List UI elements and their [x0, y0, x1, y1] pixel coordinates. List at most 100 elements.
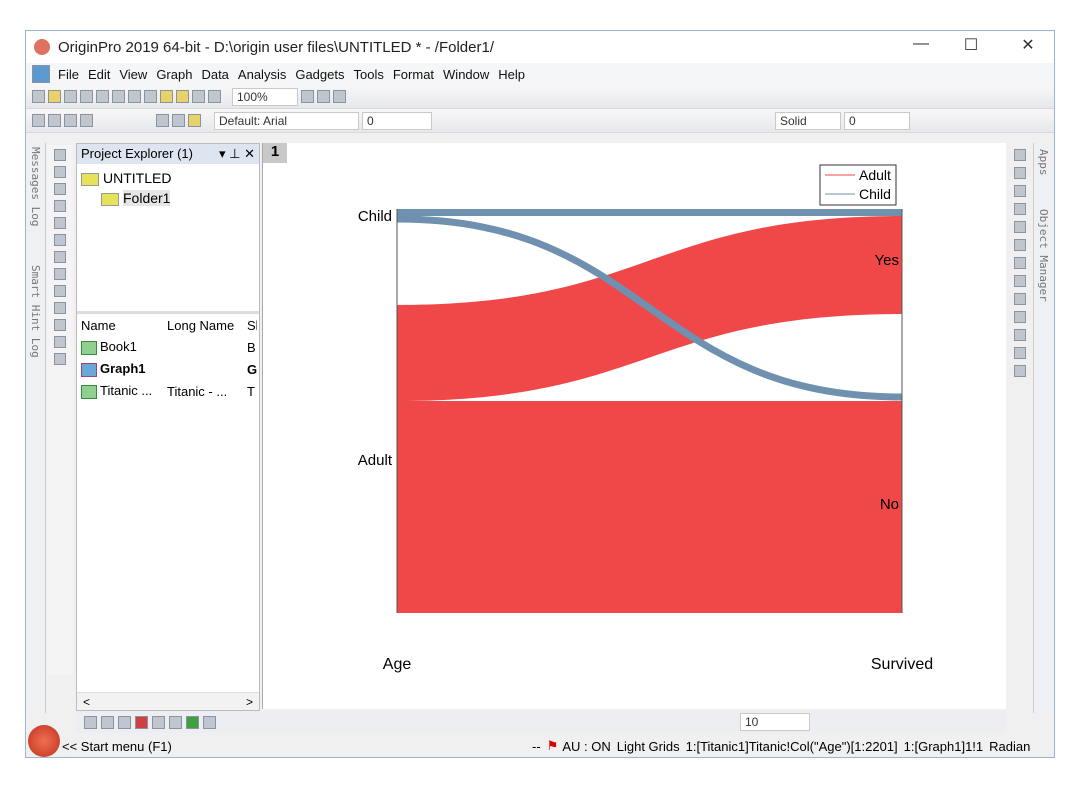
new-workbook-icon[interactable]	[64, 90, 77, 103]
align-top-icon[interactable]	[1014, 347, 1026, 359]
col-short[interactable]: Sl	[243, 318, 257, 333]
apps-tab[interactable]: Apps	[1037, 149, 1050, 176]
print-icon[interactable]	[301, 90, 314, 103]
minimize-button[interactable]: —	[901, 35, 941, 53]
zoom-icon[interactable]	[54, 166, 66, 178]
data-selector-icon[interactable]	[54, 234, 66, 246]
save-template-icon[interactable]	[208, 90, 221, 103]
align-bottom-icon[interactable]	[1014, 365, 1026, 377]
messages-log-tab[interactable]: Messages Log	[29, 147, 42, 226]
maximize-button[interactable]: ☐	[951, 35, 991, 55]
rescale-icon[interactable]	[1014, 167, 1026, 179]
tree-folder[interactable]: Folder1	[101, 190, 255, 206]
zoom-select[interactable]: 100%	[232, 87, 298, 106]
list-item[interactable]: Titanic ... Titanic - ... T	[77, 380, 259, 402]
new-layout-icon[interactable]	[128, 90, 141, 103]
status-bar: << Start menu (F1) -- ⚑ AU : ON Light Gr…	[26, 725, 1054, 757]
menu-file[interactable]: File	[58, 67, 79, 82]
scatter-plot-icon[interactable]	[101, 715, 114, 729]
menu-help[interactable]: Help	[498, 67, 525, 82]
menu-graph[interactable]: Graph	[156, 67, 192, 82]
align-right-icon[interactable]	[1014, 329, 1026, 341]
new-folder-icon[interactable]	[48, 90, 61, 103]
add-layer2-icon[interactable]	[64, 114, 77, 127]
menu-edit[interactable]: Edit	[88, 67, 110, 82]
menu-gadgets[interactable]: Gadgets	[295, 67, 344, 82]
zoom-out-icon[interactable]	[54, 183, 66, 195]
column-plot-icon[interactable]	[135, 715, 148, 729]
text-tool-icon[interactable]	[54, 285, 66, 297]
status-angle[interactable]: Radian	[989, 739, 1030, 754]
flow-child-yes[interactable]	[397, 209, 902, 216]
font-select[interactable]: Default: Arial	[214, 111, 359, 130]
open-template-icon[interactable]	[176, 90, 189, 103]
close-button[interactable]: ✕	[1008, 35, 1048, 55]
line-icon[interactable]	[54, 319, 66, 331]
new-function-icon[interactable]	[112, 90, 125, 103]
line-width-select[interactable]: 0	[844, 111, 910, 130]
flow-adult-no[interactable]	[397, 401, 902, 613]
new-graph-icon[interactable]	[80, 90, 93, 103]
area-icon[interactable]	[186, 715, 199, 729]
line-style-select[interactable]: Solid	[775, 111, 841, 130]
list-item[interactable]: Book1 B	[77, 336, 259, 358]
menu-tools[interactable]: Tools	[354, 67, 384, 82]
edit-icon[interactable]	[1014, 239, 1026, 251]
open-icon[interactable]	[160, 90, 173, 103]
line-symbol-icon[interactable]	[118, 715, 131, 729]
status-grids[interactable]: Light Grids	[617, 739, 680, 754]
col-long-name[interactable]: Long Name	[163, 318, 243, 333]
font-size-select[interactable]: 0	[362, 111, 432, 130]
axis2-icon[interactable]	[1014, 203, 1026, 215]
smart-hint-log-tab[interactable]: Smart Hint Log	[29, 265, 42, 358]
rectangle-icon[interactable]	[54, 336, 66, 348]
add-layer-icon[interactable]	[32, 114, 45, 127]
horizontal-scrollbar[interactable]: < >	[77, 692, 259, 710]
new-notes-icon[interactable]	[144, 90, 157, 103]
box-icon[interactable]	[169, 715, 182, 729]
grid2-icon[interactable]	[1014, 293, 1026, 305]
menu-data[interactable]: Data	[201, 67, 228, 82]
list-item[interactable]: Graph1 G	[77, 358, 259, 380]
save-icon[interactable]	[192, 90, 205, 103]
object-manager-tab[interactable]: Object Manager	[1037, 209, 1050, 302]
new-matrix-icon[interactable]	[96, 90, 109, 103]
hand-icon[interactable]	[54, 353, 66, 365]
stat-icon[interactable]	[203, 715, 216, 729]
start-menu-button[interactable]	[28, 725, 60, 757]
data-reader-icon[interactable]	[54, 217, 66, 229]
start-menu-hint[interactable]: << Start menu (F1)	[62, 739, 532, 754]
size-select[interactable]: 10	[740, 713, 810, 731]
screen-reader-icon[interactable]	[54, 200, 66, 212]
menu-analysis[interactable]: Analysis	[238, 67, 286, 82]
pointer-icon[interactable]	[54, 149, 66, 161]
align-left-icon[interactable]	[1014, 311, 1026, 323]
pie-icon[interactable]	[152, 715, 165, 729]
node-child: Child	[358, 208, 392, 225]
col-name[interactable]: Name	[77, 318, 163, 333]
draw-data-icon[interactable]	[54, 268, 66, 280]
panel-controls-icon[interactable]: ▾ ⊥ ✕	[219, 146, 255, 162]
layer-icon[interactable]	[1014, 149, 1026, 161]
new-project-icon[interactable]	[32, 90, 45, 103]
grid-icon[interactable]	[1014, 275, 1026, 287]
project-explorer-icon[interactable]	[333, 90, 346, 103]
arrow-icon[interactable]	[54, 302, 66, 314]
tree-root[interactable]: UNTITLED	[81, 170, 255, 186]
menu-view[interactable]: View	[119, 67, 147, 82]
menu-window[interactable]: Window	[443, 67, 489, 82]
graph-window[interactable]: 1 Adult Child Child Adult Yes No Age Sur…	[262, 143, 1006, 709]
add-axis-icon[interactable]	[48, 114, 61, 127]
cut-icon[interactable]	[156, 114, 169, 127]
mask-icon[interactable]	[54, 251, 66, 263]
layout-icon[interactable]	[1014, 257, 1026, 269]
paste-icon[interactable]	[188, 114, 201, 127]
merge-icon[interactable]	[80, 114, 93, 127]
axis-icon[interactable]	[1014, 185, 1026, 197]
copy-icon[interactable]	[172, 114, 185, 127]
refresh-icon[interactable]	[317, 90, 330, 103]
menu-format[interactable]: Format	[393, 67, 434, 82]
refresh-graph-icon[interactable]	[1014, 221, 1026, 233]
line-plot-icon[interactable]	[84, 715, 97, 729]
status-au[interactable]: AU : ON	[562, 739, 610, 754]
